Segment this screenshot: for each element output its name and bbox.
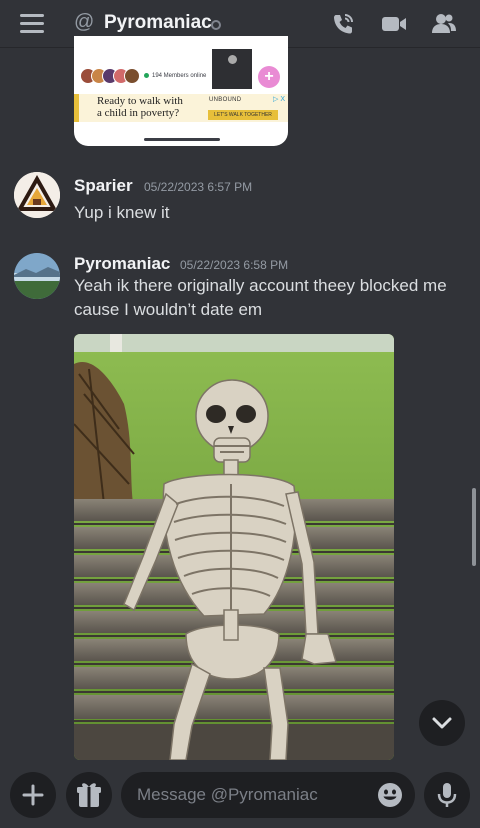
chevron-down-icon (432, 717, 452, 729)
jump-to-bottom-button[interactable] (419, 700, 465, 746)
avatar[interactable] (14, 172, 60, 218)
server-icon (212, 49, 252, 89)
add-icon[interactable]: + (258, 66, 280, 88)
members-icon[interactable] (430, 10, 458, 38)
ad-brand: UNBOUND (209, 97, 242, 103)
dm-at-symbol: @ (74, 11, 95, 33)
video-icon[interactable] (380, 10, 408, 38)
offline-status-icon (211, 20, 221, 30)
message-input[interactable] (137, 772, 367, 818)
message-composer (0, 762, 480, 828)
message-text: Yeah ik there originally account theey b… (74, 276, 447, 319)
home-indicator (144, 138, 220, 141)
ad-banner[interactable]: Ready to walk with a child in poverty? U… (74, 94, 288, 122)
call-icon[interactable] (329, 10, 357, 38)
message-timestamp: 05/22/2023 6:58 PM (180, 258, 289, 272)
message-author[interactable]: Pyromaniac (74, 254, 170, 274)
message-text: Yup i knew it (74, 203, 170, 222)
ad-text: Ready to walk with a child in poverty? (97, 95, 183, 119)
add-attachment-button[interactable] (10, 772, 56, 818)
message-timestamp: 05/22/2023 6:57 PM (144, 180, 253, 194)
microphone-icon (437, 783, 457, 807)
scrollbar[interactable] (472, 488, 476, 566)
channel-title[interactable]: Pyromaniac (104, 12, 212, 34)
emoji-icon[interactable] (377, 782, 403, 808)
ad-choices-icon[interactable]: ▷ X (273, 95, 285, 103)
gift-icon (77, 783, 101, 807)
message-author[interactable]: Sparier (74, 176, 133, 196)
plus-icon (22, 784, 44, 806)
message-input-container[interactable] (121, 772, 415, 818)
ad-cta-button[interactable]: LET'S WALK TOGETHER (208, 110, 278, 120)
menu-icon[interactable] (20, 14, 44, 34)
gift-button[interactable] (66, 772, 112, 818)
invite-embed-card[interactable]: 194 Members online + Ready to walk with … (74, 36, 288, 146)
avatar[interactable] (14, 253, 60, 299)
members-online-count: 194 Members online (144, 73, 206, 79)
image-attachment[interactable] (74, 334, 394, 760)
voice-message-button[interactable] (424, 772, 470, 818)
